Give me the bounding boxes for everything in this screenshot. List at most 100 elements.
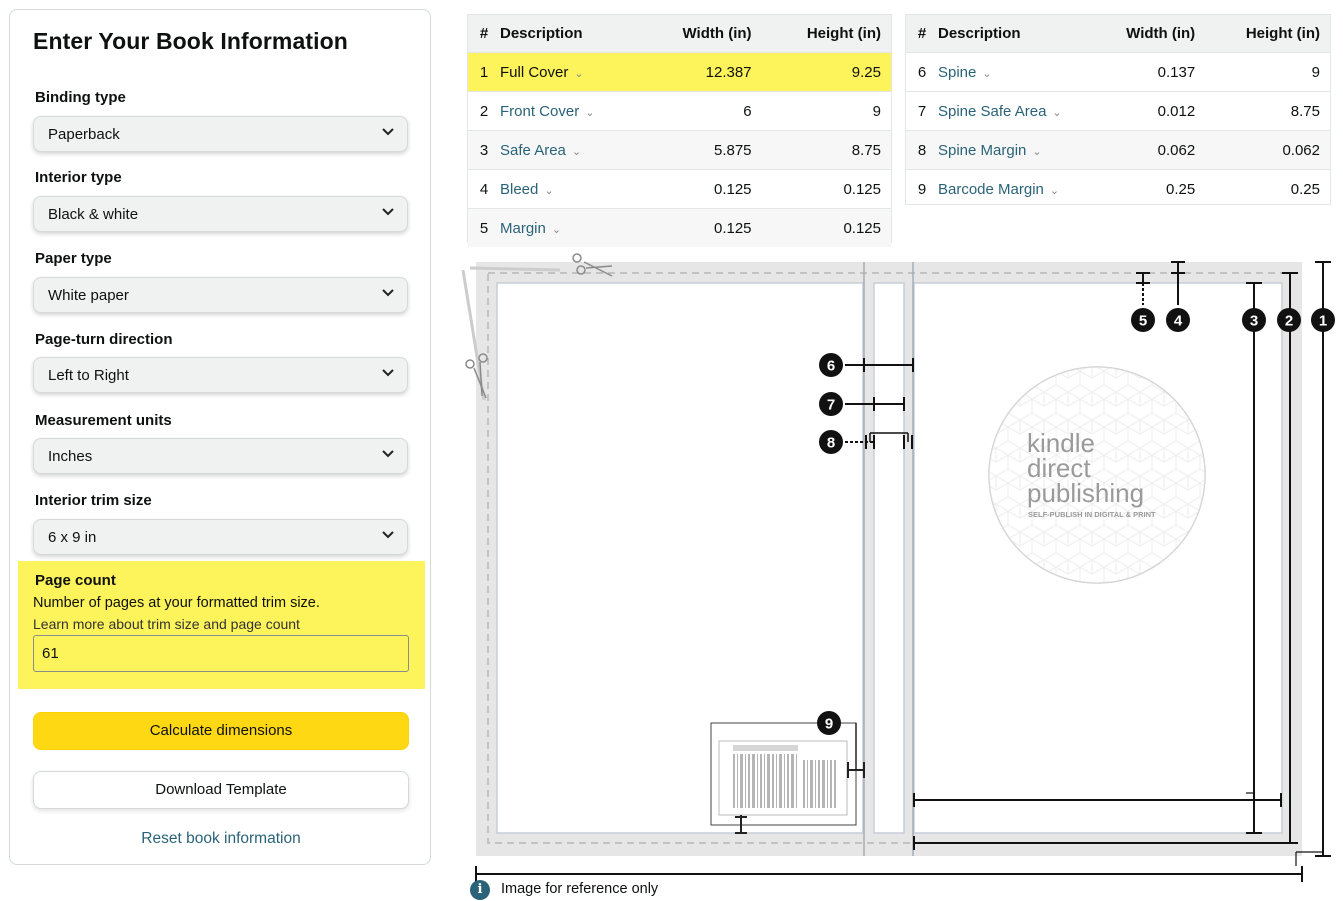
row-width: 6	[640, 91, 762, 131]
marker-7: 7	[819, 392, 843, 416]
interior-type-label: Interior type	[35, 169, 122, 186]
row-width: 0.062	[1088, 130, 1206, 170]
chevron-down-icon: ⌄	[1052, 106, 1062, 119]
row-description[interactable]: Spine Safe Area ⌄	[938, 91, 1088, 131]
dimensions-table-left: # Description Width (in) Height (in) 1 F…	[467, 14, 892, 247]
table-row[interactable]: 8 Spine Margin ⌄ 0.062 0.062	[906, 130, 1330, 170]
trim-size-help-link[interactable]: Learn more about trim size and page coun…	[33, 616, 300, 632]
page-count-label: Page count	[35, 572, 116, 589]
row-height: 0.25	[1205, 169, 1330, 208]
reset-book-information-link[interactable]: Reset book information	[10, 830, 432, 848]
binding-type-select[interactable]: Paperback	[33, 116, 408, 152]
svg-text:2: 2	[1285, 313, 1293, 330]
row-description[interactable]: Bleed ⌄	[500, 169, 640, 209]
marker-1: 1	[1311, 308, 1335, 332]
marker-6: 6	[819, 353, 843, 377]
table-row[interactable]: 9 Barcode Margin ⌄ 0.25 0.25	[906, 169, 1330, 208]
table-row[interactable]: 6 Spine ⌄ 0.137 9	[906, 52, 1330, 92]
row-number: 4	[468, 169, 500, 209]
row-number: 8	[906, 130, 938, 170]
row-description-label: Safe Area	[500, 141, 566, 159]
chevron-down-icon: ⌄	[574, 67, 584, 80]
download-template-button[interactable]: Download Template	[33, 771, 409, 809]
interior-trim-size-label: Interior trim size	[35, 492, 152, 509]
table-row[interactable]: 2 Front Cover ⌄ 6 9	[468, 91, 891, 131]
panel-title: Enter Your Book Information	[33, 28, 348, 54]
row-description-label: Margin	[500, 219, 546, 237]
row-description-label: Bleed	[500, 180, 539, 198]
chevron-down-icon	[381, 365, 395, 382]
table-row[interactable]: 5 Margin ⌄ 0.125 0.125	[468, 208, 891, 247]
page-count-input[interactable]	[33, 635, 409, 672]
row-height: 8.75	[1205, 91, 1330, 131]
svg-text:6: 6	[827, 358, 835, 375]
table-row[interactable]: 7 Spine Safe Area ⌄ 0.012 8.75	[906, 91, 1330, 131]
header-description: Description	[500, 15, 640, 53]
svg-text:9: 9	[825, 716, 833, 733]
table-header-row: # Description Width (in) Height (in)	[468, 15, 891, 53]
table-row[interactable]: 3 Safe Area ⌄ 5.875 8.75	[468, 130, 891, 170]
row-description-label: Front Cover	[500, 102, 580, 120]
page-turn-direction-label: Page-turn direction	[35, 331, 173, 348]
svg-text:3: 3	[1250, 313, 1258, 330]
row-width: 0.125	[640, 208, 762, 247]
binding-type-label: Binding type	[35, 89, 126, 106]
marker-5: 5	[1131, 308, 1155, 332]
row-description[interactable]: Margin ⌄	[500, 208, 640, 247]
interior-trim-size-select[interactable]: 6 x 9 in	[33, 519, 408, 555]
svg-text:1: 1	[1319, 313, 1327, 330]
interior-trim-size-value: 6 x 9 in	[48, 529, 97, 546]
chevron-down-icon	[381, 124, 395, 141]
dimensions-table-right: # Description Width (in) Height (in) 6 S…	[905, 14, 1331, 208]
row-width: 0.25	[1088, 169, 1206, 208]
table-row[interactable]: 1 Full Cover ⌄ 12.387 9.25	[468, 52, 891, 92]
row-description[interactable]: Front Cover ⌄	[500, 91, 640, 131]
header-height: Height (in)	[1205, 15, 1330, 53]
logo-publishing: publishing	[1027, 478, 1144, 508]
row-height: 0.125	[761, 208, 891, 247]
row-height: 0.125	[761, 169, 891, 209]
marker-3: 3	[1242, 308, 1266, 332]
row-description[interactable]: Spine ⌄	[938, 52, 1088, 92]
paper-type-value: White paper	[48, 287, 129, 304]
chevron-down-icon: ⌄	[1049, 184, 1060, 197]
header-width: Width (in)	[1088, 15, 1206, 53]
page-turn-direction-value: Left to Right	[48, 367, 129, 384]
row-width: 12.387	[640, 52, 762, 92]
page-turn-direction-select[interactable]: Left to Right	[33, 357, 408, 393]
chevron-down-icon	[381, 285, 395, 302]
marker-8: 8	[819, 430, 843, 454]
logo-tagline: SELF-PUBLISH IN DIGITAL & PRINT	[1028, 510, 1156, 519]
row-description-label: Barcode Margin	[938, 180, 1044, 198]
row-width: 5.875	[640, 130, 762, 170]
table-row[interactable]: 4 Bleed ⌄ 0.125 0.125	[468, 169, 891, 209]
calculate-dimensions-button[interactable]: Calculate dimensions	[33, 712, 409, 750]
row-description[interactable]: Full Cover ⌄	[500, 52, 640, 92]
row-description[interactable]: Safe Area ⌄	[500, 130, 640, 170]
reference-note: Image for reference only	[501, 881, 659, 897]
row-description-label: Spine Safe Area	[938, 102, 1047, 120]
chevron-down-icon: ⌄	[571, 145, 582, 158]
measurement-units-value: Inches	[48, 448, 93, 465]
interior-type-select[interactable]: Black & white	[33, 196, 408, 232]
row-description[interactable]: Barcode Margin ⌄	[938, 169, 1088, 208]
row-width: 0.125	[640, 169, 762, 209]
measurement-units-select[interactable]: Inches	[33, 438, 408, 474]
info-icon: i	[470, 880, 490, 900]
chevron-down-icon: ⌄	[551, 223, 562, 236]
row-height: 0.062	[1205, 130, 1330, 170]
row-description[interactable]: Spine Margin ⌄	[938, 130, 1088, 170]
svg-text:4: 4	[1174, 313, 1183, 330]
table-header-row: # Description Width (in) Height (in)	[906, 15, 1330, 53]
marker-2: 2	[1277, 308, 1301, 332]
row-height: 8.75	[761, 130, 891, 170]
book-info-panel: Enter Your Book Information Binding type…	[9, 9, 431, 865]
paper-type-select[interactable]: White paper	[33, 277, 408, 313]
row-number: 1	[468, 52, 500, 92]
paper-type-label: Paper type	[35, 250, 112, 267]
binding-type-value: Paperback	[48, 126, 120, 143]
cover-template-diagram: kindle direct publishing SELF-PUBLISH IN…	[461, 253, 1335, 882]
kdp-logo: kindle direct publishing SELF-PUBLISH IN…	[988, 366, 1206, 584]
chevron-down-icon: ⌄	[544, 184, 554, 197]
chevron-down-icon	[381, 527, 395, 544]
